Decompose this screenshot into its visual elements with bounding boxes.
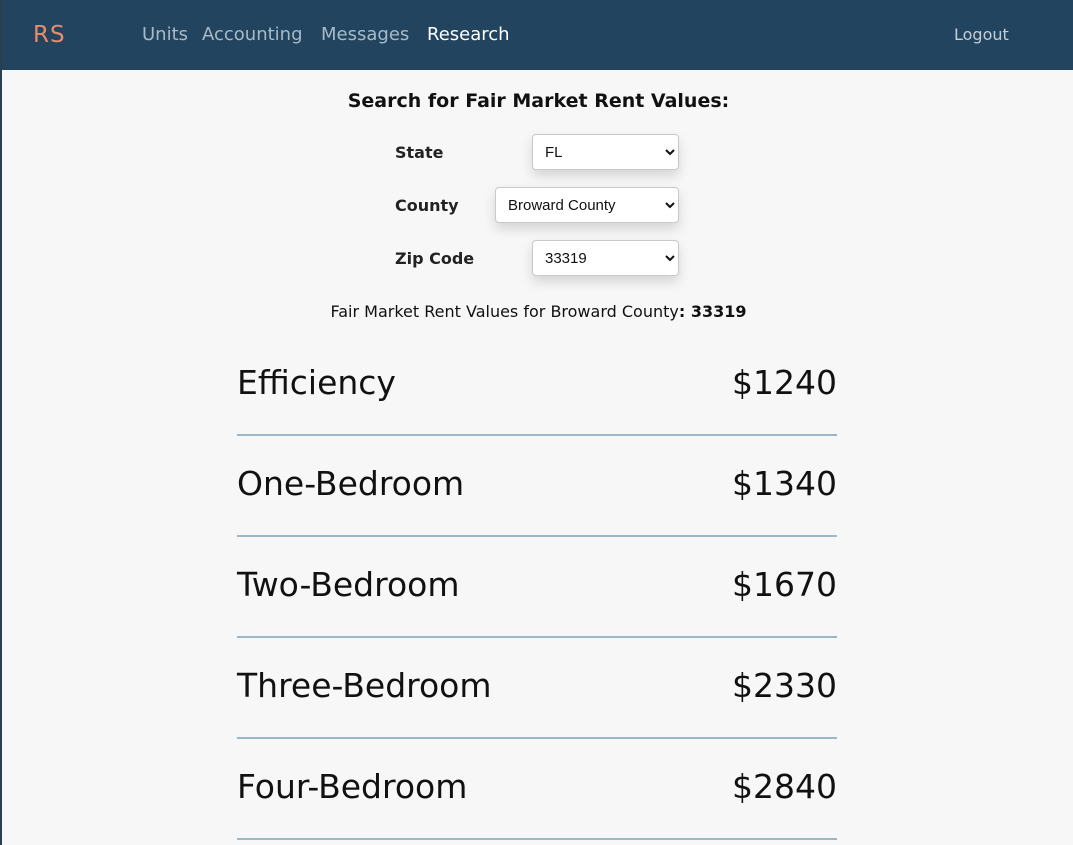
result-prefix: Fair Market Rent Values for Broward Coun…: [330, 302, 679, 321]
result-heading: Fair Market Rent Values for Broward Coun…: [2, 302, 1073, 321]
page: RS Units Accounting Messages Research Lo…: [0, 0, 1073, 845]
rent-row-four-bedroom: Four-Bedroom $2840: [237, 739, 837, 840]
state-label: State: [395, 143, 444, 162]
result-zip: 33319: [690, 302, 747, 321]
rent-value: $1340: [732, 464, 837, 503]
rent-type: Four-Bedroom: [237, 767, 468, 806]
rent-row-one-bedroom: One-Bedroom $1340: [237, 436, 837, 537]
county-label: County: [395, 196, 459, 215]
rent-type: Three-Bedroom: [237, 666, 492, 705]
result-separator: :: [678, 302, 691, 321]
logout-link[interactable]: Logout: [954, 25, 1009, 44]
nav-link-units[interactable]: Units: [142, 24, 188, 45]
rent-row-efficiency: Efficiency $1240: [237, 335, 837, 436]
rent-row-two-bedroom: Two-Bedroom $1670: [237, 537, 837, 638]
nav-link-messages[interactable]: Messages: [321, 24, 409, 45]
rent-list: Efficiency $1240 One-Bedroom $1340 Two-B…: [237, 335, 837, 840]
zip-code-label: Zip Code: [395, 249, 475, 268]
rent-value: $2840: [732, 767, 837, 806]
zip-code-select[interactable]: 33319: [532, 240, 679, 276]
rent-type: Efficiency: [237, 363, 396, 402]
rent-type: One-Bedroom: [237, 464, 465, 503]
brand-logo[interactable]: RS: [33, 22, 66, 48]
rent-value: $1670: [732, 565, 837, 604]
county-select[interactable]: Broward County: [495, 187, 679, 223]
state-select[interactable]: FL: [532, 134, 679, 170]
nav-link-accounting[interactable]: Accounting: [202, 24, 303, 45]
rent-value: $2330: [732, 666, 837, 705]
rent-row-three-bedroom: Three-Bedroom $2330: [237, 638, 837, 739]
rent-type: Two-Bedroom: [237, 565, 460, 604]
rent-value: $1240: [732, 363, 837, 402]
navbar: RS Units Accounting Messages Research Lo…: [2, 0, 1073, 70]
nav-link-research[interactable]: Research: [427, 24, 510, 45]
search-title: Search for Fair Market Rent Values:: [347, 90, 730, 112]
